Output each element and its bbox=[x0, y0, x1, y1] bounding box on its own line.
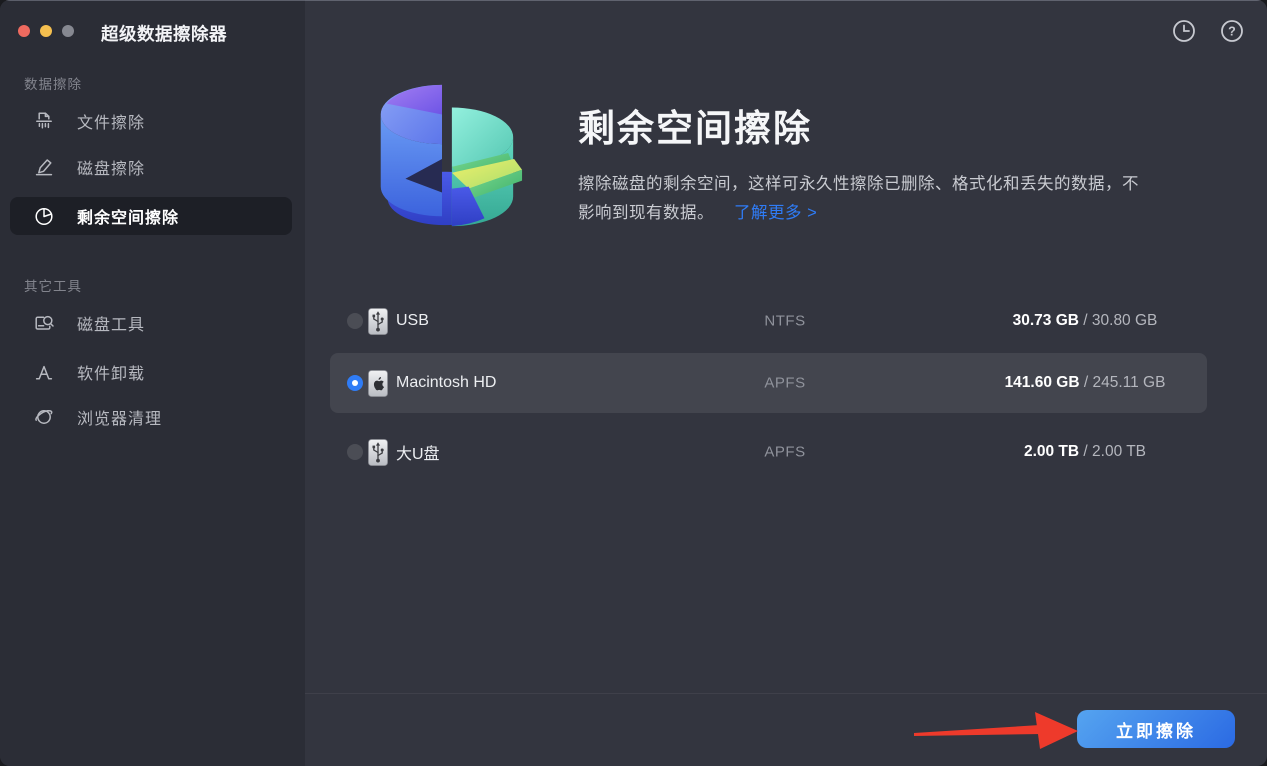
sidebar-item-label: 剩余空间擦除 bbox=[77, 204, 179, 228]
drive-filesystem: APFS bbox=[715, 375, 855, 392]
help-icon[interactable]: ? bbox=[1220, 19, 1244, 43]
drive-filesystem: NTFS bbox=[715, 313, 855, 330]
learn-more-link[interactable]: 了解更多 > bbox=[734, 204, 817, 222]
sidebar-section-header-other-tools: 其它工具 bbox=[24, 275, 82, 295]
drive-total-space: 2.00 TB bbox=[1092, 443, 1146, 460]
sidebar-item-file-erase[interactable]: 文件擦除 bbox=[10, 102, 292, 140]
usb-drive-icon bbox=[368, 439, 388, 466]
drive-size: 2.00 TB / 2.00 TB bbox=[985, 443, 1185, 461]
drive-free-space: 2.00 TB bbox=[1024, 443, 1079, 460]
svg-text:?: ? bbox=[1228, 25, 1236, 39]
drive-name: USB bbox=[396, 312, 429, 330]
drive-total-space: 245.11 GB bbox=[1092, 374, 1165, 391]
window-close-button[interactable] bbox=[18, 25, 30, 37]
drive-row-big-usb[interactable]: 大U盘 APFS 2.00 TB / 2.00 TB bbox=[330, 422, 1207, 482]
sidebar-item-free-space-erase[interactable]: 剩余空间擦除 bbox=[10, 197, 292, 235]
pie-chart-icon bbox=[33, 205, 55, 227]
size-separator: / bbox=[1080, 374, 1093, 391]
history-clock-icon[interactable] bbox=[1172, 19, 1196, 43]
radio-unselected[interactable] bbox=[347, 313, 363, 329]
size-separator: / bbox=[1079, 312, 1092, 329]
free-space-erase-illustration bbox=[358, 70, 526, 238]
erase-now-button[interactable]: 立即擦除 bbox=[1077, 710, 1235, 748]
app-title: 超级数据擦除器 bbox=[101, 21, 227, 46]
size-separator: / bbox=[1079, 443, 1092, 460]
drive-free-space: 141.60 GB bbox=[1005, 374, 1080, 391]
browser-planet-icon bbox=[33, 406, 55, 428]
sidebar-item-app-uninstall[interactable]: 软件卸载 bbox=[10, 353, 292, 391]
drive-row-macintosh-hd[interactable]: Macintosh HD APFS 141.60 GB / 245.11 GB bbox=[330, 353, 1207, 413]
description-line-2: 影响到现有数据。 bbox=[578, 204, 714, 222]
disk-tool-icon bbox=[33, 312, 55, 334]
drive-name: 大U盘 bbox=[396, 440, 440, 464]
sidebar-item-label: 软件卸载 bbox=[77, 360, 145, 384]
drive-size: 30.73 GB / 30.80 GB bbox=[985, 312, 1185, 330]
sidebar-item-label: 磁盘工具 bbox=[77, 311, 145, 335]
sidebar-item-label: 浏览器清理 bbox=[77, 405, 162, 429]
page-description: 擦除磁盘的剩余空间，这样可永久性擦除已删除、格式化和丢失的数据，不 影响到现有数… bbox=[578, 170, 1198, 228]
file-shredder-icon bbox=[33, 110, 55, 132]
radio-unselected[interactable] bbox=[347, 444, 363, 460]
drive-total-space: 30.80 GB bbox=[1092, 312, 1158, 329]
drive-free-space: 30.73 GB bbox=[1013, 312, 1079, 329]
window-minimize-button[interactable] bbox=[40, 25, 52, 37]
annotation-arrow-icon bbox=[908, 702, 1088, 762]
sidebar-item-disk-erase[interactable]: 磁盘擦除 bbox=[10, 148, 292, 186]
sidebar-section-header-data-erase: 数据擦除 bbox=[24, 73, 82, 93]
sidebar-item-label: 文件擦除 bbox=[77, 109, 145, 133]
disk-erase-icon bbox=[33, 156, 55, 178]
radio-selected[interactable] bbox=[347, 375, 363, 391]
sidebar-item-label: 磁盘擦除 bbox=[77, 155, 145, 179]
usb-drive-icon bbox=[368, 308, 388, 335]
description-line-1: 擦除磁盘的剩余空间，这样可永久性擦除已删除、格式化和丢失的数据，不 bbox=[578, 175, 1139, 193]
drive-name: Macintosh HD bbox=[396, 374, 496, 392]
sidebar: 超级数据擦除器 数据擦除 文件擦除 磁盘擦除 bbox=[0, 0, 305, 766]
footer-divider bbox=[305, 693, 1267, 694]
drive-filesystem: APFS bbox=[715, 444, 855, 461]
drive-size: 141.60 GB / 245.11 GB bbox=[985, 374, 1185, 392]
app-window: 超级数据擦除器 数据擦除 文件擦除 磁盘擦除 bbox=[0, 0, 1267, 766]
app-uninstall-icon bbox=[33, 361, 55, 383]
window-zoom-button[interactable] bbox=[62, 25, 74, 37]
sidebar-item-browser-clean[interactable]: 浏览器清理 bbox=[10, 398, 292, 436]
apple-drive-icon bbox=[368, 370, 388, 397]
sidebar-item-disk-tool[interactable]: 磁盘工具 bbox=[10, 304, 292, 342]
drive-row-usb[interactable]: USB NTFS 30.73 GB / 30.80 GB bbox=[330, 291, 1207, 351]
page-title: 剩余空间擦除 bbox=[578, 98, 812, 152]
